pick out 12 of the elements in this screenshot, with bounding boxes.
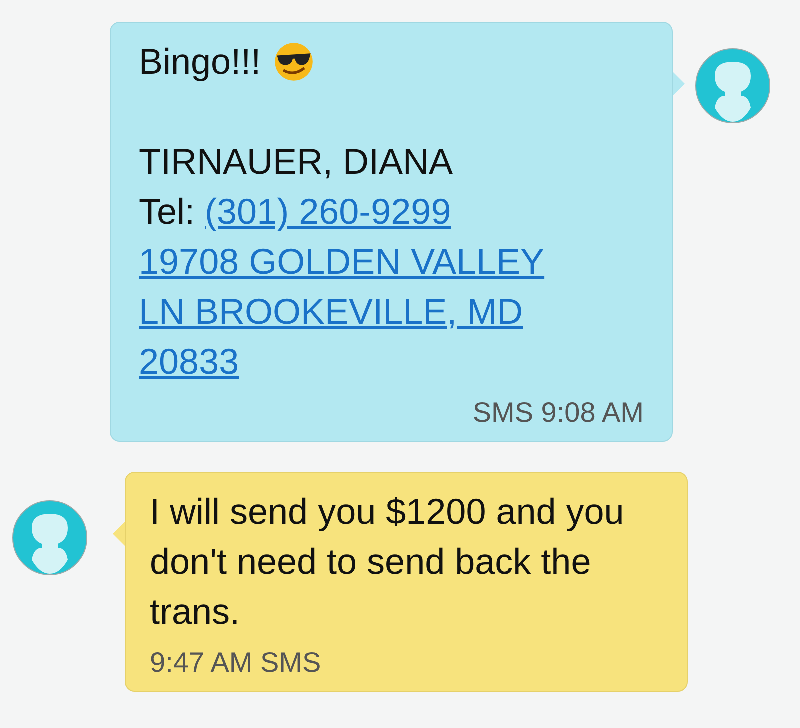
- avatar-icon: [12, 500, 88, 576]
- phone-label: Tel:: [139, 190, 196, 234]
- contact-name: TIRNAUER, DIANA: [139, 140, 454, 184]
- message-timestamp: 9:47 AM SMS: [150, 646, 322, 680]
- message-text: I will send you $1200 and you don't need to send back the trans.: [150, 490, 626, 634]
- address-link[interactable]: 19708 GOLDEN VALLEY: [139, 237, 545, 287]
- address-link[interactable]: 20833: [139, 337, 240, 387]
- phone-link[interactable]: (301) 260-9299: [205, 187, 452, 237]
- avatar-icon: [695, 48, 771, 124]
- address-link[interactable]: LN BROOKEVILLE, MD: [139, 287, 524, 337]
- message-text: Bingo!!!: [139, 40, 262, 84]
- message-timestamp: SMS 9:08 AM: [472, 396, 644, 430]
